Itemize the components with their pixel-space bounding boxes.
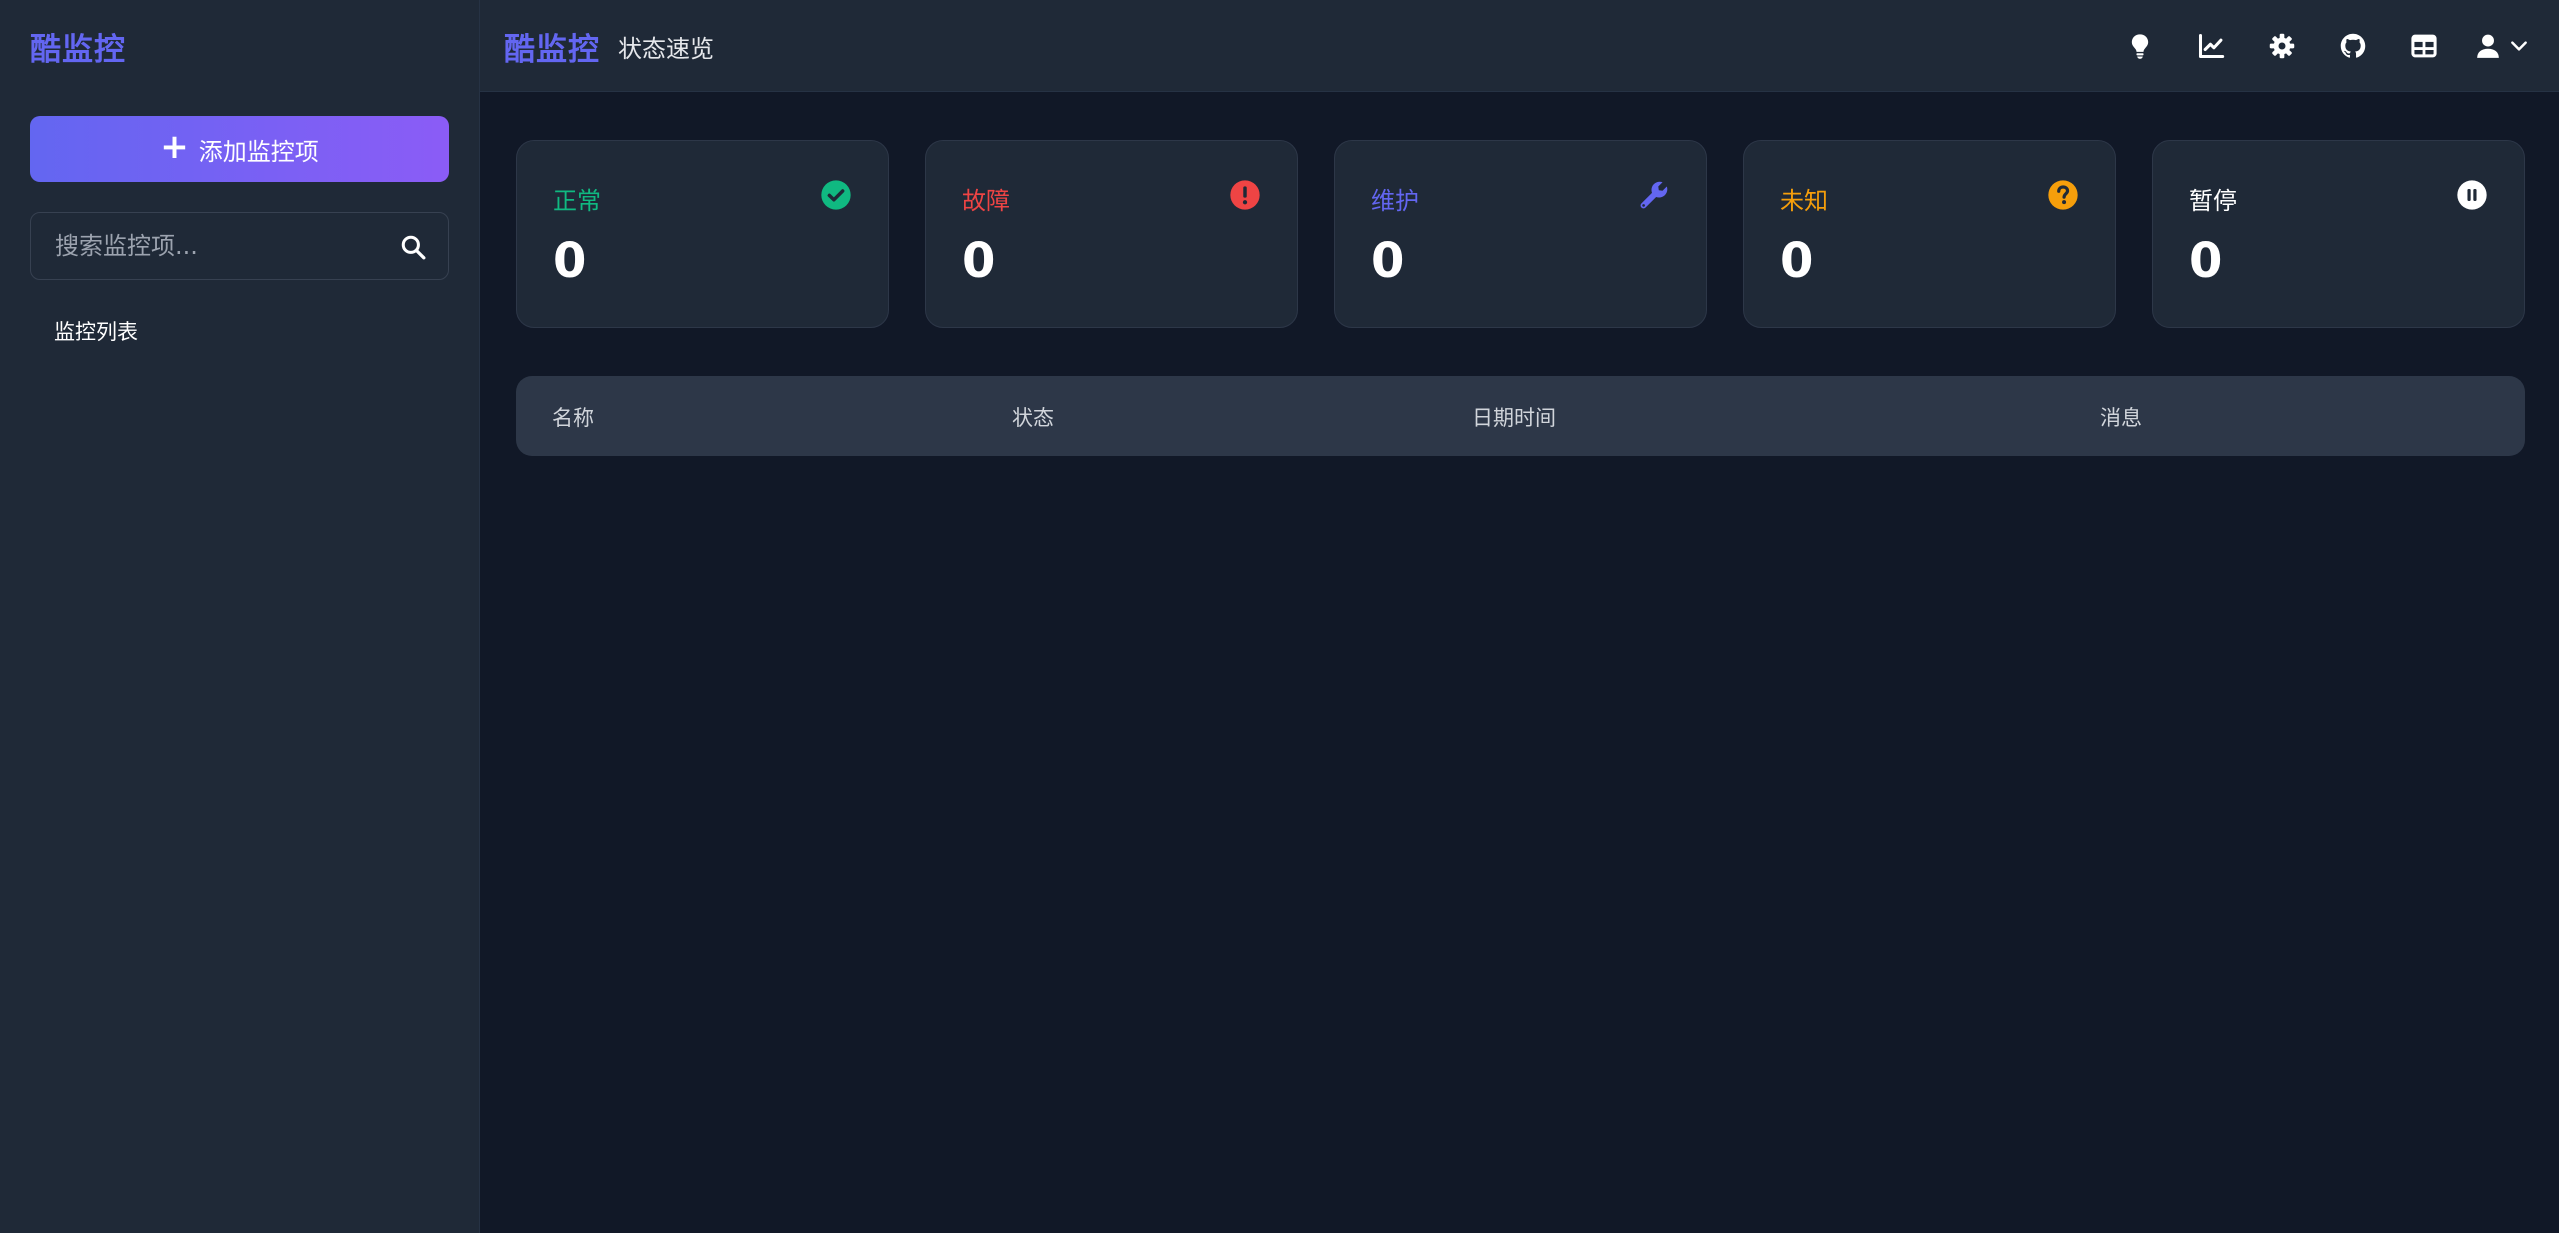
pause-circle-icon [2457,180,2487,210]
stat-label: 正常 [553,187,601,215]
stat-label: 维护 [1371,187,1419,215]
exclamation-circle-icon [1230,180,1260,210]
stat-label: 未知 [1780,187,1828,215]
table-icon[interactable] [2404,26,2444,66]
wrench-icon [1640,181,1668,209]
stat-card-maintenance: 维护 0 [1334,140,1707,328]
monitor-table-header: 名称 状态 日期时间 消息 [516,376,2525,456]
stat-value: 0 [1780,233,1814,289]
column-header-name[interactable]: 名称 [552,402,594,432]
header-toolbar [2089,26,2529,66]
search-icon[interactable] [400,234,426,260]
stat-value: 0 [962,233,996,289]
stat-card-down: 故障 0 [925,140,1298,328]
question-circle-icon [2048,180,2078,210]
column-header-datetime[interactable]: 日期时间 [1472,402,1556,432]
gear-icon[interactable] [2262,26,2302,66]
status-summary-cards: 正常 0 故障 0 维护 0 未知 0 暂停 0 [516,140,2525,328]
sidebar-brand[interactable]: 酷监控 [30,24,126,69]
search-input[interactable] [53,213,393,279]
check-circle-icon [821,180,851,210]
github-icon[interactable] [2333,26,2373,66]
chevron-down-icon [2511,41,2527,51]
user-icon [2477,34,2499,58]
stat-label: 故障 [962,187,1010,215]
user-menu[interactable] [2475,32,2529,60]
column-header-status[interactable]: 状态 [1012,402,1054,432]
top-header: 酷监控 状态速览 [480,0,2559,92]
monitor-list-title: 监控列表 [54,320,138,344]
page-title: 状态速览 [618,35,714,63]
stat-value: 0 [553,233,587,289]
column-header-message[interactable]: 消息 [2100,402,2142,432]
plus-icon: + [160,127,189,167]
stat-value: 0 [1371,233,1405,289]
stat-card-up: 正常 0 [516,140,889,328]
lightbulb-icon[interactable] [2120,26,2160,66]
search-box [30,212,449,280]
add-monitor-button-label: 添加监控项 [198,137,319,166]
header-brand[interactable]: 酷监控 [504,24,600,69]
stat-card-unknown: 未知 0 [1743,140,2116,328]
chart-line-icon[interactable] [2191,26,2231,66]
add-monitor-button[interactable]: + 添加监控项 [30,116,449,182]
sidebar: 酷监控 + 添加监控项 监控列表 [0,0,480,1233]
stat-card-paused: 暂停 0 [2152,140,2525,328]
stat-label: 暂停 [2189,187,2237,215]
stat-value: 0 [2189,233,2223,289]
